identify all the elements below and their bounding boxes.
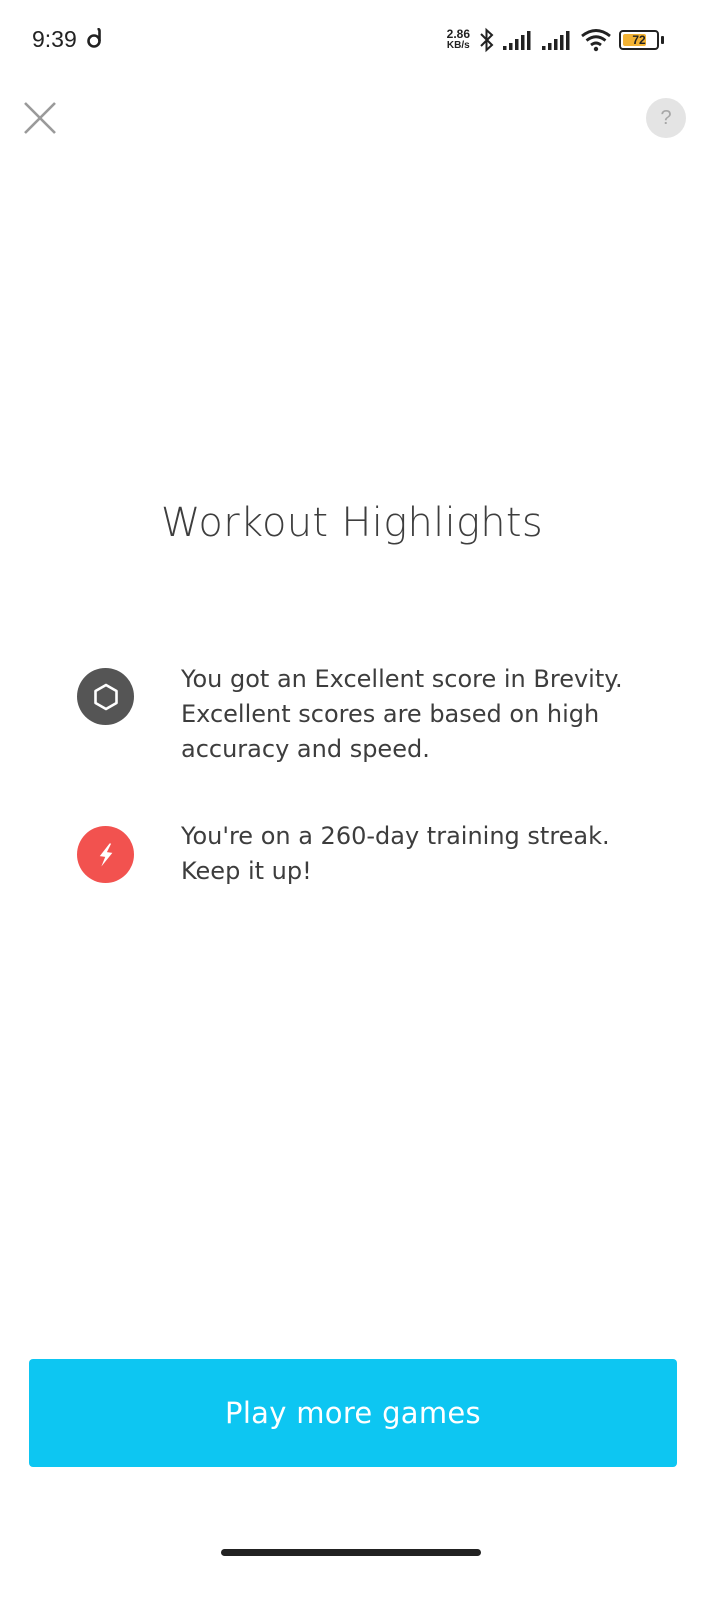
highlight-line: You got an Excellent score in Brevity. [181,665,623,693]
battery-level: 72 [632,33,646,47]
close-button[interactable] [20,98,60,138]
page-title: Workout Highlights [160,500,544,546]
network-speed: 2.86 KB/s [446,27,470,51]
highlight-line: accuracy and speed. [181,735,430,763]
highlight-text: You got an Excellent score in Brevity. E… [181,662,681,767]
status-bar: 9:39 2.86 KB/s 72 [0,0,720,80]
battery-tip [661,36,664,44]
play-more-games-label: Play more games [225,1396,481,1430]
home-indicator[interactable] [221,1549,481,1556]
network-speed-unit: KB/s [446,40,470,51]
app-d-icon [87,28,101,48]
close-icon [24,102,56,134]
highlight-line: Keep it up! [181,857,312,885]
battery-icon: 72 [619,30,659,50]
highlight-line: You're on a 260-day training streak. [181,822,610,850]
status-icons: 2.86 KB/s 72 [447,26,664,54]
lightning-bolt-icon [77,826,134,883]
network-speed-value: 2.86 [446,27,470,41]
help-icon: ? [660,106,672,129]
hexagon-badge-icon [77,668,134,725]
help-button[interactable]: ? [646,98,686,138]
highlight-text: You're on a 260-day training streak. Kee… [181,819,681,889]
bluetooth-icon [480,27,494,53]
play-more-games-button[interactable]: Play more games [29,1359,677,1467]
status-time: 9:39 [32,26,77,52]
wifi-icon [581,29,611,52]
signal-icon [503,31,531,50]
highlight-line: Excellent scores are based on high [181,700,600,728]
signal-icon [542,31,570,50]
